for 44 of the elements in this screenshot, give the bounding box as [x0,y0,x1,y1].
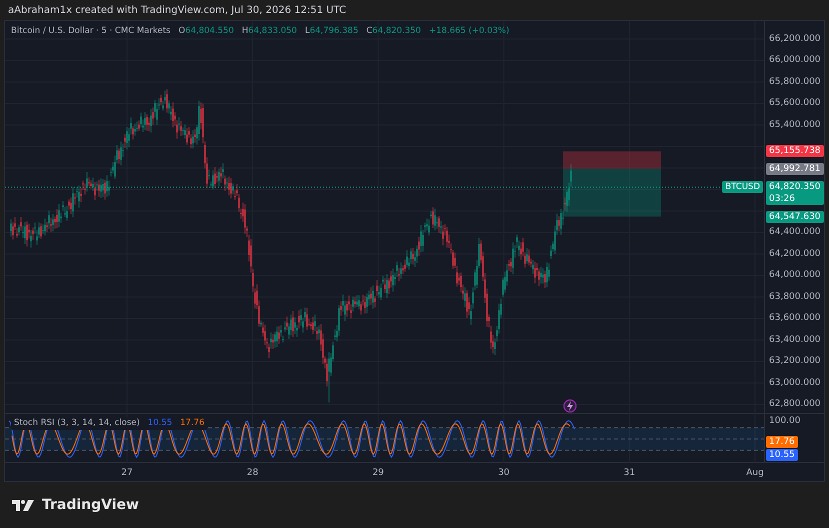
price-change: +18.665 (+0.03%) [428,26,510,36]
ohlc-value: 64,796.385 [310,26,358,36]
price-tick-label: 64,400.000 [769,227,821,238]
price-badge: 65,155.738 [766,145,824,158]
chart-caption: aAbraham1x created with TradingView.com, Jul 30, 2026 12:51 UTC [7,4,348,18]
ohlc-key: O [178,26,186,36]
price-tick-label: 62,800.000 [769,399,821,410]
indicator-title: Stoch RSI (3, 3, 14, 14, close) [14,418,140,428]
price-tick-label: 63,600.000 [769,313,821,324]
time-axis-label: Aug [746,467,764,480]
time-axis-label: 31 [624,467,636,480]
ohlc-key: H [242,26,248,36]
ohlc-key: C [366,26,372,36]
price-badge: 64,992.781 [766,162,824,175]
time-axis-label: 28 [246,467,258,480]
price-tick-label: 63,400.000 [769,334,821,346]
time-axis-label: 30 [498,467,510,480]
price-tick-label: 63,800.000 [769,292,821,302]
time-axis-label: 29 [372,467,384,480]
price-tick-label: 65,400.000 [769,120,821,130]
price-tick-label: 63,200.000 [769,356,821,367]
indicator-value: 17.76 [180,418,204,428]
symbol-title: Bitcoin / U.S. Dollar · 5 · CMC Markets [11,26,170,36]
stoch-tick-label: 100.00 [769,416,800,427]
price-tick-label: 64,000.000 [769,270,821,281]
stoch-badge: 17.76 [766,436,798,448]
price-badge: 64,547.630 [766,210,824,223]
ohlc-value: 64,804.550 [185,26,234,36]
price-tick-label: 66,000.000 [769,55,821,66]
price-tick-label: 63,000.000 [769,378,821,388]
price-tick-label: 65,800.000 [769,76,821,88]
ohlc-value: 64,833.050 [248,26,297,36]
time-axis-label: 27 [121,467,133,480]
ohlc-value: 64,820.350 [372,26,421,36]
symbol-tag: BTCUSD [722,181,763,194]
price-tick-label: 65,600.000 [769,98,821,109]
stoch-badge: 10.55 [766,449,798,461]
countdown-label: 03:26 [769,193,796,206]
price-tick-label: 64,200.000 [769,248,821,260]
brand-name: TradingView [42,496,139,514]
price-tick-label: 66,200.000 [769,34,821,44]
ohlc-key: L [304,26,310,36]
price-badge: 64,820.350 03:26 [766,181,824,206]
indicator-value: 10.55 [148,418,172,428]
